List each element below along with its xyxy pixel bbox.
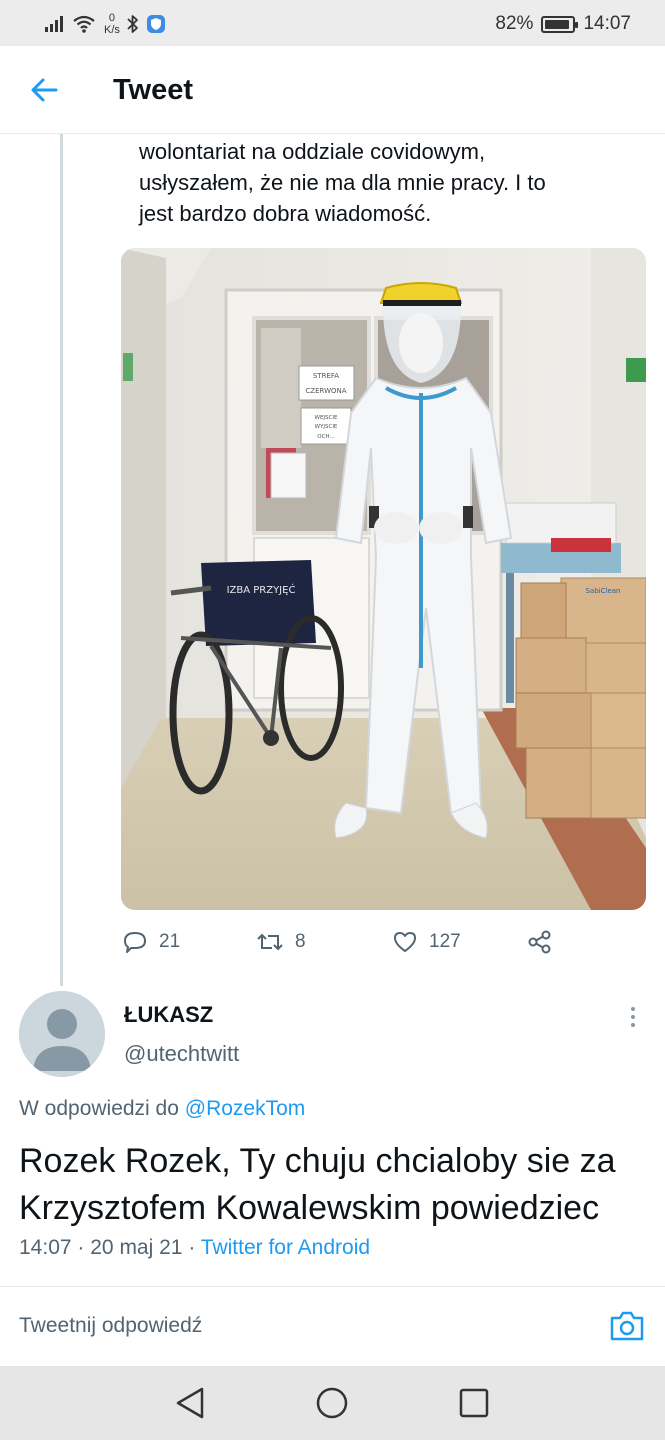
triangle-back-icon xyxy=(176,1387,204,1419)
photo-illustration: STREFA CZERWONA WEJSCIE WYJSCIE OCH... S… xyxy=(121,248,646,910)
like-count: 127 xyxy=(429,931,461,952)
more-dot-icon xyxy=(631,1015,635,1019)
back-button[interactable] xyxy=(26,72,62,108)
box-label: SabiClean xyxy=(586,587,621,595)
author-handle[interactable]: @utechtwitt xyxy=(124,1041,239,1067)
camera-icon xyxy=(610,1311,644,1341)
network-speed: 0 K/s xyxy=(104,12,120,36)
network-speed-unit: K/s xyxy=(104,24,120,36)
retweet-action[interactable]: 8 xyxy=(255,924,306,960)
share-icon xyxy=(528,930,551,954)
meta-separator: · xyxy=(188,1236,196,1259)
camera-button[interactable] xyxy=(608,1307,646,1345)
battery-fill xyxy=(545,19,570,29)
nav-recents-button[interactable] xyxy=(455,1384,493,1422)
sign-wejscie-line-1: WEJSCIE xyxy=(315,415,338,421)
arrow-left-icon xyxy=(31,78,58,102)
more-options-button[interactable] xyxy=(618,1002,648,1032)
exit-sign-right xyxy=(626,358,646,382)
reply-composer: Tweetnij odpowiedź xyxy=(0,1287,665,1365)
tweet-source-link[interactable]: Twitter for Android xyxy=(201,1236,370,1259)
shield-app-icon xyxy=(146,15,165,33)
wheelchair-label: IZBA PRZYJĘĆ xyxy=(227,583,296,596)
sign-strefa-line-2: CZERWONA xyxy=(305,387,346,395)
bluetooth-icon xyxy=(127,15,138,33)
reply-tweet-text-line: Rozek Rozek, Ty chuju chcialoby sie za xyxy=(19,1142,616,1180)
reply-tweet-text-line: Krzysztofem Kowalewskim powiedziec xyxy=(19,1189,600,1227)
battery-percent: 82% xyxy=(495,13,534,34)
like-action[interactable]: 127 xyxy=(391,924,461,960)
system-navigation-bar xyxy=(0,1366,665,1440)
heart-icon xyxy=(394,932,416,952)
more-dot-icon xyxy=(631,1007,635,1011)
reply-to-line: W odpowiedzi do @RozekTom xyxy=(19,1097,305,1121)
retweet-count: 8 xyxy=(295,931,306,952)
exit-sign-left xyxy=(123,353,133,381)
circle-home-icon xyxy=(316,1387,348,1419)
status-bar: 0 K/s 82% 14:07 xyxy=(0,0,665,46)
avatar[interactable] xyxy=(19,991,105,1077)
reply-to-link[interactable]: @RozekTom xyxy=(185,1097,306,1120)
parent-tweet-text: wolontariat na oddziale covidowym, usłys… xyxy=(139,136,619,229)
reply-action[interactable]: 21 xyxy=(121,924,180,960)
reply-tweet-text: Rozek Rozek, Ty chuju chcialoby sie za K… xyxy=(19,1138,659,1232)
reply-input[interactable]: Tweetnij odpowiedź xyxy=(19,1314,202,1338)
retweet-icon xyxy=(257,933,283,951)
tweet-actions: 21 8 127 xyxy=(121,924,561,960)
battery-icon xyxy=(541,15,579,33)
tweet-date: 20 maj 21 xyxy=(90,1236,183,1259)
nav-back-button[interactable] xyxy=(172,1384,210,1422)
author-name[interactable]: ŁUKASZ xyxy=(124,1002,213,1028)
network-speed-value: 0 xyxy=(108,12,116,24)
reply-count: 21 xyxy=(159,931,181,952)
app-header: Tweet xyxy=(0,46,665,134)
tweet-meta: 14:07 · 20 maj 21 · Twitter for Android xyxy=(19,1236,370,1260)
parent-tweet-text-line: usłyszałem, że nie ma dla mnie pracy. I … xyxy=(139,170,546,195)
square-recents-icon xyxy=(459,1388,489,1418)
parent-tweet-text-line: wolontariat na oddziale covidowym, xyxy=(139,139,486,164)
wifi-icon xyxy=(73,15,95,33)
tweet-photo[interactable]: STREFA CZERWONA WEJSCIE WYJSCIE OCH... S… xyxy=(121,248,646,910)
default-avatar-icon xyxy=(19,991,105,1077)
reply-to-prefix: W odpowiedzi do xyxy=(19,1097,179,1120)
meta-separator: · xyxy=(77,1236,85,1259)
parent-tweet-text-line: jest bardzo dobra wiadomość. xyxy=(139,201,432,226)
sign-wejscie-line-3: OCH... xyxy=(317,434,335,440)
nav-home-button[interactable] xyxy=(313,1384,351,1422)
share-action[interactable] xyxy=(526,924,554,960)
tweet-time: 14:07 xyxy=(19,1236,72,1259)
cardboard-boxes: SabiClean xyxy=(515,577,646,819)
status-bar-left: 0 K/s xyxy=(44,10,166,38)
thread-connector-line xyxy=(60,134,63,986)
reply-icon xyxy=(124,932,146,953)
sign-wejscie-line-2: WYJSCIE xyxy=(315,424,338,430)
page-title: Tweet xyxy=(113,74,194,106)
more-dot-icon xyxy=(631,1023,635,1027)
status-bar-right: 82% 14:07 xyxy=(495,12,631,36)
signal-icon xyxy=(45,16,63,32)
sign-strefa-line-1: STREFA xyxy=(313,372,339,380)
status-time: 14:07 xyxy=(583,13,631,34)
